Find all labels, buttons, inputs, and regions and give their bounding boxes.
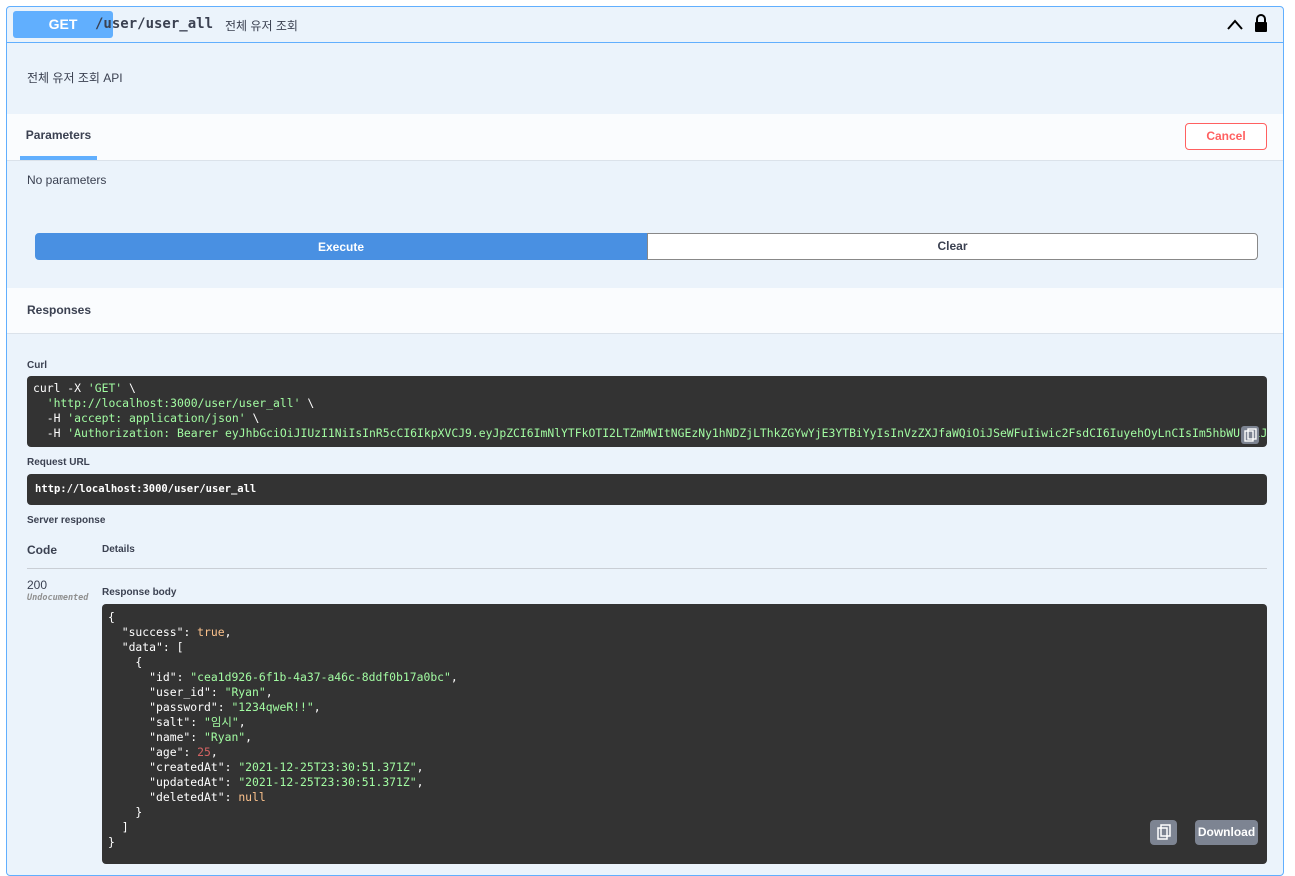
- curl-label: Curl: [27, 360, 47, 371]
- undocumented-label: Undocumented: [27, 593, 89, 603]
- json-key: "name": [108, 730, 191, 744]
- code-column-header: Code: [27, 543, 57, 557]
- curl-text: \: [300, 396, 315, 410]
- details-column-header: Details: [102, 544, 135, 555]
- curl-line: -H 'accept: application/json' \: [33, 411, 260, 425]
- curl-string: 'Authorization: Bearer eyJhbGciOiJIUzI1N…: [67, 426, 1267, 440]
- parameters-header: Parameters Cancel: [7, 114, 1283, 161]
- json-key: "data": [108, 640, 163, 654]
- json-key: "id": [108, 670, 177, 684]
- chevron-up-icon[interactable]: [1225, 16, 1245, 34]
- curl-line: curl -X 'GET' \: [33, 381, 136, 395]
- json-brace: }: [108, 835, 115, 849]
- copy-icon[interactable]: [1241, 426, 1259, 444]
- json-key: "deletedAt": [108, 790, 225, 804]
- execute-button[interactable]: Execute: [35, 233, 647, 260]
- responses-header: Responses: [7, 288, 1283, 334]
- download-button[interactable]: Download: [1195, 820, 1258, 845]
- curl-text: \: [245, 411, 260, 425]
- status-code: 200: [27, 578, 48, 592]
- responses-title: Responses: [27, 303, 92, 317]
- json-brace: }: [108, 805, 143, 819]
- curl-text: -H: [33, 411, 68, 425]
- json-brace: ]: [108, 820, 129, 834]
- curl-code[interactable]: curl -X 'GET' \ 'http://localhost:3000/u…: [27, 376, 1267, 447]
- curl-string: 'http://localhost:3000/user/user_all': [46, 396, 301, 410]
- json-value: "cea1d926-6f1b-4a37-a46c-8ddf0b17a0bc": [190, 670, 451, 684]
- curl-string: 'GET': [87, 381, 123, 395]
- json-key: "age": [108, 745, 184, 759]
- json-value: 25: [197, 745, 211, 759]
- json-value: "Ryan": [204, 730, 246, 744]
- operation-block: GET /user/user_all 전체 유저 조회 전체 유저 조회 API…: [6, 6, 1284, 876]
- curl-string: 'accept: application/json': [67, 411, 246, 425]
- tab-parameters[interactable]: Parameters: [20, 114, 97, 160]
- operation-summary-text: 전체 유저 조회: [225, 19, 298, 33]
- operation-path: /user/user_all: [95, 16, 214, 32]
- curl-text: -H: [33, 426, 68, 440]
- execute-wrapper: Execute Clear: [35, 233, 1258, 260]
- curl-text: \: [122, 381, 136, 395]
- curl-line: -H 'Authorization: Bearer eyJhbGciOiJIUz…: [33, 426, 1267, 440]
- json-value: null: [238, 790, 266, 804]
- table-divider: [27, 568, 1267, 569]
- json-value: true: [197, 625, 225, 639]
- json-brace: [: [176, 640, 184, 654]
- json-key: "success": [108, 625, 184, 639]
- json-brace: {: [108, 610, 115, 624]
- lock-icon[interactable]: [1253, 13, 1269, 33]
- clear-button[interactable]: Clear: [647, 233, 1258, 260]
- json-brace: {: [108, 655, 143, 669]
- operation-summary[interactable]: GET /user/user_all 전체 유저 조회: [7, 7, 1283, 43]
- server-response-label: Server response: [27, 515, 106, 526]
- json-value: "Ryan": [224, 685, 266, 699]
- json-value: "2021-12-25T23:30:51.371Z": [238, 760, 417, 774]
- operation-description: 전체 유저 조회 API: [27, 71, 123, 85]
- response-body-label: Response body: [102, 587, 177, 598]
- response-body[interactable]: { "success": true, "data": [ { "id": "ce…: [102, 604, 1267, 864]
- curl-text: [33, 396, 47, 410]
- json-key: "createdAt": [108, 760, 225, 774]
- json-value: "2021-12-25T23:30:51.371Z": [238, 775, 417, 789]
- json-key: "password": [108, 700, 218, 714]
- request-url[interactable]: http://localhost:3000/user/user_all: [27, 474, 1267, 505]
- curl-text: curl -X: [33, 381, 88, 395]
- json-value: "1234qweR!!": [231, 700, 314, 714]
- json-key: "updatedAt": [108, 775, 225, 789]
- json-key: "user_id": [108, 685, 211, 699]
- json-value: "임시": [204, 715, 239, 729]
- copy-icon[interactable]: [1150, 820, 1177, 845]
- no-parameters-text: No parameters: [27, 173, 107, 187]
- cancel-button[interactable]: Cancel: [1185, 123, 1267, 150]
- curl-line: 'http://localhost:3000/user/user_all' \: [33, 396, 314, 410]
- json-key: "salt": [108, 715, 191, 729]
- request-url-label: Request URL: [27, 457, 90, 468]
